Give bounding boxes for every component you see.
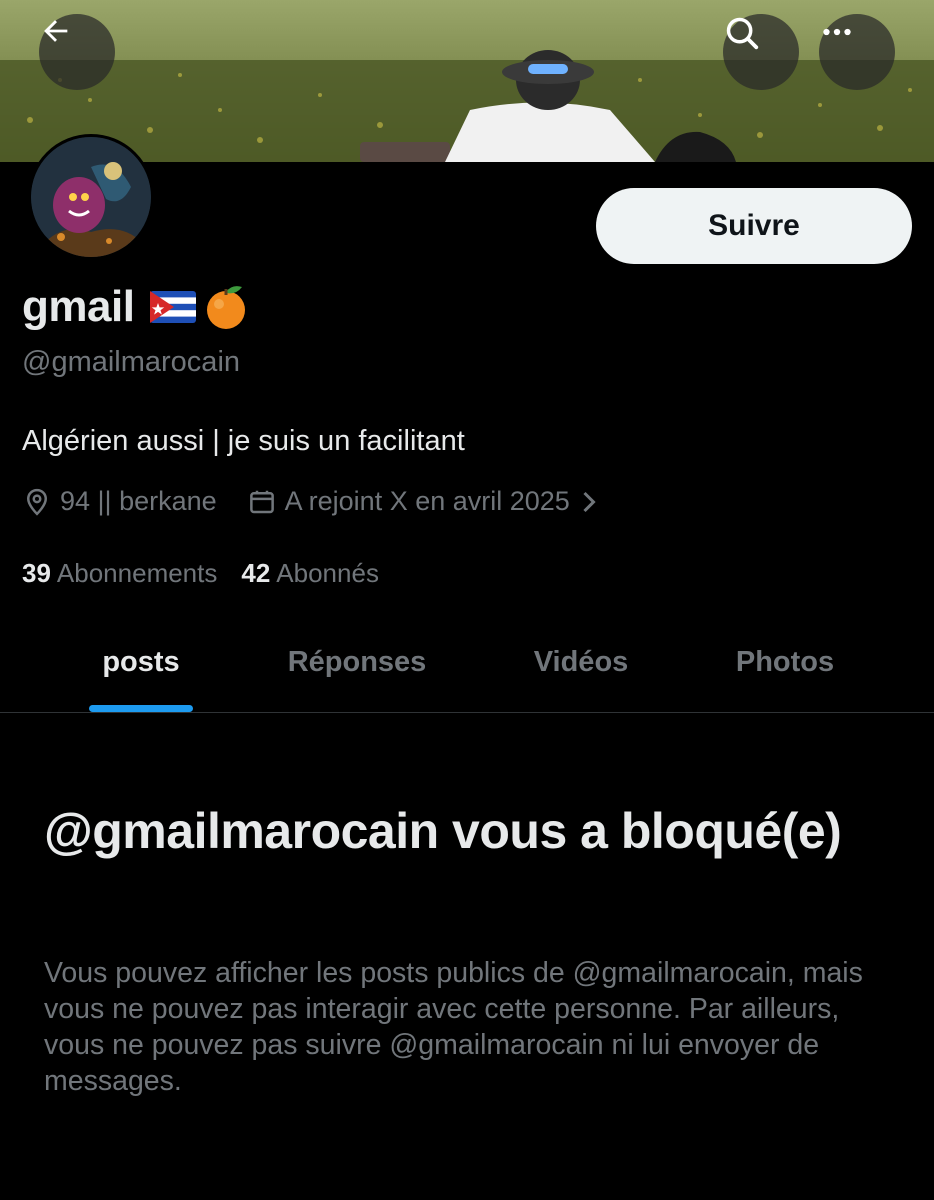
more-horizontal-icon	[823, 28, 851, 36]
profile-tabs: posts Réponses Vidéos Photos	[0, 612, 934, 713]
follow-stats: 39 Abonnements 42 Abonnés	[22, 558, 379, 589]
profile-handle: @gmailmarocain	[22, 346, 241, 378]
active-tab-indicator	[89, 705, 193, 712]
location-item: 94 || berkane	[22, 486, 217, 517]
avatar-image	[31, 137, 151, 257]
tab-posts[interactable]: posts	[89, 612, 193, 712]
joined-item[interactable]: A rejoint X en avril 2025	[247, 486, 606, 517]
followers-label: Abonnés	[276, 558, 379, 588]
chevron-right-icon	[583, 491, 596, 512]
following-count: 39	[22, 558, 51, 588]
followers-count: 42	[241, 558, 271, 588]
calendar-icon	[249, 490, 274, 513]
following-label: Abonnements	[56, 558, 218, 588]
blocked-message: Vous pouvez afficher les posts publics d…	[44, 957, 863, 1097]
search-button[interactable]	[723, 14, 799, 90]
arrow-left-icon	[44, 20, 68, 42]
tab-replies[interactable]: Réponses	[262, 612, 452, 712]
follow-button[interactable]: Suivre	[596, 188, 912, 264]
more-options-button[interactable]	[819, 14, 895, 90]
display-name: gmail	[22, 282, 135, 331]
back-button[interactable]	[39, 14, 115, 90]
banner-image	[0, 0, 934, 162]
following-stat[interactable]: 39 Abonnements	[22, 558, 217, 589]
profile-bio: Algérien aussi | je suis un facilitant	[22, 425, 465, 457]
profile-meta: 94 || berkane A rejoint X en avril 2025	[22, 486, 606, 517]
tab-photos[interactable]: Photos	[715, 612, 855, 712]
profile-avatar[interactable]	[28, 134, 154, 260]
profile-banner[interactable]	[0, 0, 934, 162]
joined-text: A rejoint X en avril 2025	[284, 486, 570, 516]
search-icon	[726, 17, 759, 50]
location-pin-icon	[26, 488, 48, 516]
tab-videos[interactable]: Vidéos	[510, 612, 652, 712]
display-name-row: gmail	[22, 282, 248, 332]
followers-stat[interactable]: 42 Abonnés	[241, 558, 379, 589]
location-text: 94 || berkane	[60, 486, 217, 516]
tangerine-icon	[207, 286, 246, 329]
blocked-title: @gmailmarocain vous a bloqué(e)	[44, 803, 842, 859]
cuba-flag-icon	[150, 291, 197, 323]
